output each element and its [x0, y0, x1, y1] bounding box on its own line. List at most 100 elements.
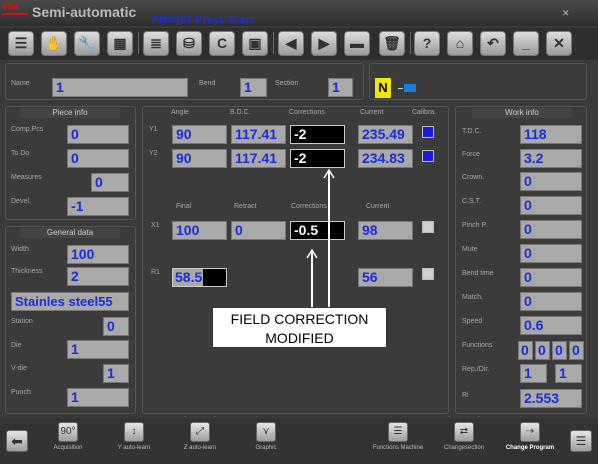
- c-icon[interactable]: C: [209, 31, 235, 56]
- function-field-1[interactable]: 0: [518, 341, 533, 360]
- y1-angle-field[interactable]: 90: [172, 125, 227, 144]
- bend-field[interactable]: 1: [240, 78, 267, 97]
- section-label: Section: [275, 80, 299, 87]
- calendar-icon[interactable]: ▦: [107, 31, 133, 56]
- y1-bdc-field[interactable]: 117.41: [231, 125, 286, 144]
- measures-field[interactable]: 0: [91, 173, 129, 192]
- z-auto-learn-icon[interactable]: ⤢: [190, 422, 210, 442]
- match-field[interactable]: 0: [520, 292, 582, 311]
- x1-final-field[interactable]: 100: [172, 221, 227, 240]
- home-icon[interactable]: ⌂: [447, 31, 473, 56]
- general-data-title: General data: [20, 228, 120, 238]
- window-close-icon[interactable]: ✕: [562, 8, 570, 19]
- annotation-arrows: [306, 168, 335, 307]
- piece-info-title: Piece info: [20, 108, 120, 118]
- acquisition-label[interactable]: Acquisition: [48, 445, 88, 451]
- y-auto-learn-label[interactable]: Y auto-learn: [112, 445, 156, 451]
- col-bdc-label: B.D.C.: [230, 109, 251, 116]
- width-field[interactable]: 100: [67, 245, 129, 264]
- x1-calibra-indicator[interactable]: [422, 221, 434, 233]
- functions-machine-icon[interactable]: ☰: [388, 422, 408, 442]
- trash-icon[interactable]: 🗑: [379, 31, 405, 56]
- thickness-field[interactable]: 2: [67, 267, 129, 286]
- program-name: PM0000 Press Start: [152, 15, 254, 26]
- crown-label: Crown.: [462, 174, 485, 181]
- menu-list-icon[interactable]: ☰: [570, 430, 592, 452]
- r1-calibra-indicator[interactable]: [422, 268, 434, 280]
- change-section-label[interactable]: Changesection: [438, 445, 490, 451]
- to-do-label: To Do: [11, 150, 30, 157]
- force-label: Force: [462, 151, 480, 158]
- punch-field[interactable]: 1: [67, 388, 129, 407]
- comp-pcs-label: Comp.Pcs: [11, 126, 44, 133]
- save-icon[interactable]: ▣: [242, 31, 268, 56]
- r1-final-value: 58.5: [173, 269, 204, 286]
- message-line1: FIELD CORRECTION: [230, 311, 369, 327]
- y1-calibra-indicator[interactable]: [422, 126, 434, 138]
- toolbar-divider: [273, 32, 274, 54]
- material-field[interactable]: Stainles steel55: [11, 292, 129, 311]
- name-field[interactable]: 1: [52, 78, 188, 97]
- document-icon[interactable]: ☰: [8, 31, 34, 56]
- list-icon[interactable]: ≣: [143, 31, 169, 56]
- minus-icon[interactable]: ▬: [344, 31, 370, 56]
- rep-field[interactable]: 1: [520, 364, 547, 383]
- minimize-icon[interactable]: _: [513, 31, 539, 56]
- y2-calibra-indicator[interactable]: [422, 150, 434, 162]
- y-auto-learn-icon[interactable]: ↕: [124, 422, 144, 442]
- change-section-icon[interactable]: ⇄: [454, 422, 474, 442]
- mute-field[interactable]: 0: [520, 244, 582, 263]
- crown-field[interactable]: 0: [520, 172, 582, 191]
- bottom-bar: [0, 418, 598, 464]
- comp-pcs-field[interactable]: 0: [67, 125, 129, 144]
- y2-bdc-field[interactable]: 117.41: [231, 149, 286, 168]
- help-icon[interactable]: ?: [414, 31, 440, 56]
- measures-label: Measures: [11, 174, 42, 181]
- function-field-3[interactable]: 0: [552, 341, 567, 360]
- change-program-label[interactable]: Change Program: [502, 445, 558, 451]
- acquisition-icon[interactable]: 90°: [58, 422, 78, 442]
- cst-field[interactable]: 0: [520, 196, 582, 215]
- pinch-field[interactable]: 0: [520, 220, 582, 239]
- change-program-icon[interactable]: ⇢: [520, 422, 540, 442]
- back-arrow-icon[interactable]: ⬅: [6, 430, 28, 452]
- speed-field[interactable]: 0.6: [520, 316, 582, 335]
- close-icon[interactable]: ✕: [546, 31, 572, 56]
- undo-icon[interactable]: ↶: [480, 31, 506, 56]
- wrench-icon[interactable]: 🔧: [74, 31, 100, 56]
- station-field[interactable]: 0: [103, 317, 129, 336]
- ri-label: Ri: [462, 392, 469, 399]
- y2-current-field: 234.83: [358, 149, 413, 168]
- devel-field[interactable]: -1: [67, 197, 129, 216]
- ri-field[interactable]: 2.553: [520, 389, 582, 408]
- graphic-icon[interactable]: ⋎: [256, 422, 276, 442]
- function-field-4[interactable]: 0: [569, 341, 584, 360]
- devel-label: Devel.: [11, 198, 31, 205]
- y2-angle-field[interactable]: 90: [172, 149, 227, 168]
- graphic-label[interactable]: Graphic: [246, 445, 286, 451]
- arrow-right-icon[interactable]: ▶: [311, 31, 337, 56]
- dir-field[interactable]: 1: [555, 364, 582, 383]
- cst-label: C.S.T.: [462, 198, 482, 205]
- function-field-2[interactable]: 0: [535, 341, 550, 360]
- force-field[interactable]: 3.2: [520, 149, 582, 168]
- arrow-left-icon[interactable]: ◀: [278, 31, 304, 56]
- col-retract-label: Retract: [234, 203, 257, 210]
- x1-retract-field[interactable]: 0: [231, 221, 286, 240]
- y1-label: Y1: [149, 126, 158, 133]
- z-auto-learn-label[interactable]: Z auto-learn: [178, 445, 222, 451]
- y1-corrections-field[interactable]: -2: [290, 125, 345, 144]
- r1-final-field[interactable]: 58.5: [172, 268, 227, 287]
- functions-machine-label[interactable]: Functions Machine: [368, 445, 428, 451]
- bend-time-field[interactable]: 0: [520, 268, 582, 287]
- vdie-field[interactable]: 1: [103, 364, 129, 383]
- acquisition-icon-text: 90°: [60, 426, 76, 437]
- database-icon[interactable]: ⛁: [176, 31, 202, 56]
- die-field[interactable]: 1: [67, 340, 129, 359]
- col-final-label: Final: [176, 203, 192, 210]
- hand-icon[interactable]: ✋: [41, 31, 67, 56]
- section-field[interactable]: 1: [328, 78, 353, 97]
- to-do-field[interactable]: 0: [67, 149, 129, 168]
- tdc-field[interactable]: 118: [520, 125, 582, 144]
- field-correction-message: FIELD CORRECTION MODIFIED: [212, 307, 387, 348]
